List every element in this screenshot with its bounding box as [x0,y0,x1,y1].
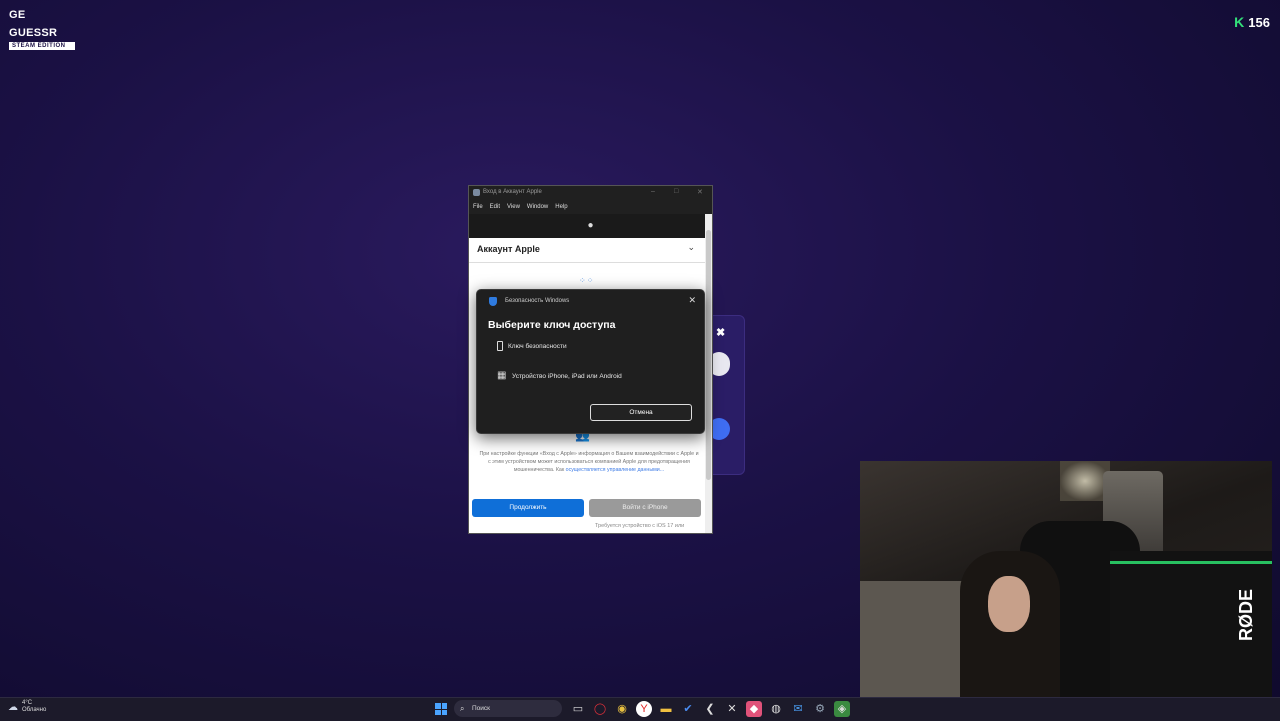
close-icon[interactable]: ✕ [697,188,703,196]
itunes-icon[interactable]: ◆ [746,701,762,717]
geoguessr-icon[interactable]: ◈ [834,701,850,717]
menu-help[interactable]: Help [555,204,567,210]
logo-text: GE GUESSR [9,9,58,39]
privacy-info: При настройке функции «Вход с Apple» инф… [479,450,699,474]
menu-edit[interactable]: Edit [490,204,500,210]
menu-bar: File Edit View Window Help [469,200,712,214]
weather-condition: Облачно [22,707,47,713]
minimize-icon[interactable]: – [651,188,655,195]
task-view-icon[interactable]: ▭ [570,701,586,717]
account-header[interactable]: Аккаунт Apple ⌄ [469,238,705,263]
maximize-icon[interactable]: □ [674,188,678,195]
streamer-face [988,576,1030,632]
cancel-button[interactable]: Отмена [590,404,692,421]
taskbar-search[interactable]: ⌕ Поиск [454,700,562,717]
account-title: Аккаунт Apple [477,244,540,254]
yandex-icon[interactable]: Y [636,701,652,717]
option-label: Ключ безопасности [508,342,567,350]
qr-code-icon: ▦ [497,370,507,381]
option-label: Устройство iPhone, iPad или Android [512,372,622,380]
cloud-icon: ☁ [8,701,18,713]
obs-icon[interactable]: ◍ [768,701,784,717]
usb-key-icon [497,341,503,351]
opera-icon[interactable]: ◯ [592,701,608,717]
shield-icon [489,297,497,306]
requirements-note: Требуется устройство с iOS 17 или [595,523,685,529]
capcut-icon[interactable]: ✕ [724,701,740,717]
windows-security-dialog: Безопасность Windows ✕ Выберите ключ дос… [476,289,705,434]
webcam-feed: RØDE [860,461,1272,720]
app-icon [473,189,480,196]
chrome-icon[interactable]: ◉ [614,701,630,717]
taskbar: ☁ 4°C Облачно ⌕ Поиск ▭ ◯ ◉ Y ▬ ✔ ❮ ✕ ◆ … [0,697,1280,721]
apple-header-bar: ● [469,214,712,238]
data-management-link[interactable]: осуществляется управление данными... [566,467,665,473]
logo-subtext: STEAM EDITION [9,42,75,50]
todo-icon[interactable]: ✔ [680,701,696,717]
window-titlebar[interactable]: Вход в Аккаунт Apple – □ ✕ [469,186,712,200]
taskbar-apps: ▭ ◯ ◉ Y ▬ ✔ ❮ ✕ ◆ ◍ ✉ ⚙ ◈ [570,701,850,717]
menu-file[interactable]: File [473,204,483,210]
mail-icon[interactable]: ✉ [790,701,806,717]
weather-widget[interactable]: ☁ 4°C Облачно [8,700,46,714]
coin-counter: K 156 [1234,14,1270,30]
continue-button[interactable]: Продолжить [472,499,584,517]
scrollbar-thumb[interactable] [706,230,711,480]
geoguessr-logo: GE GUESSR STEAM EDITION [9,5,75,50]
temperature: 4°C [22,700,33,706]
coin-icon: K [1234,14,1245,30]
coin-count: 156 [1248,14,1270,30]
menu-view[interactable]: View [507,204,520,210]
search-icon: ⌕ [460,704,465,713]
dialog-caption: Безопасность Windows [505,298,570,304]
option-security-key[interactable]: Ключ безопасности [497,341,567,351]
loading-spinner-icon: ⁘⁘ [579,276,595,285]
search-placeholder: Поиск [472,705,491,712]
signin-iphone-button[interactable]: Войти с iPhone [589,499,701,517]
app-icon-k[interactable]: ❮ [702,701,718,717]
apple-logo-icon: ● [587,220,594,231]
menu-window[interactable]: Window [527,204,548,210]
steam-icon[interactable]: ⚙ [812,701,828,717]
windows-start-icon[interactable] [435,703,447,715]
window-title: Вход в Аккаунт Apple [483,189,542,195]
dialog-heading: Выберите ключ доступа [488,319,616,331]
folder-icon[interactable]: ▬ [658,701,674,717]
chevron-down-icon[interactable]: ⌄ [687,242,695,253]
close-icon[interactable]: ✕ [688,295,696,306]
close-icon[interactable]: ✖ [716,326,725,339]
option-phone-device[interactable]: ▦ Устройство iPhone, iPad или Android [497,371,622,381]
mic-brand: RØDE [1236,588,1256,641]
